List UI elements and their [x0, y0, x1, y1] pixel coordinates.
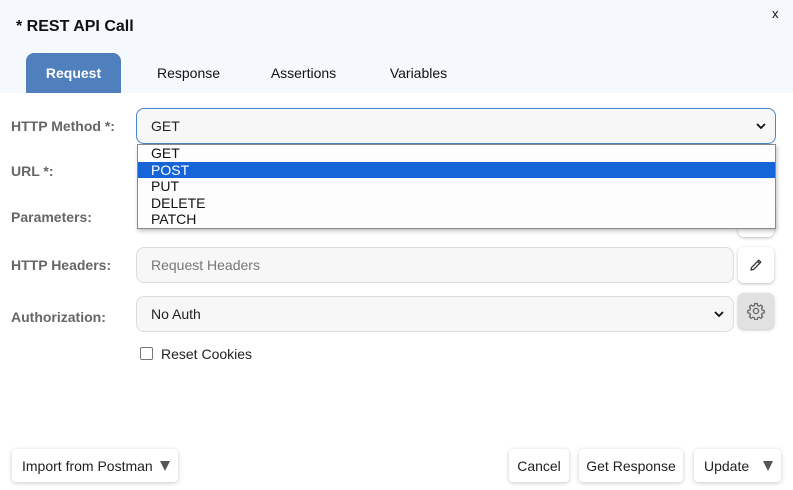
- url-label: URL *:: [11, 163, 54, 179]
- update-button[interactable]: Update: [694, 449, 781, 482]
- get-response-button[interactable]: Get Response: [579, 449, 683, 482]
- authorization-value: No Auth: [151, 306, 201, 322]
- authorization-label: Authorization:: [11, 309, 106, 325]
- authorization-select[interactable]: No Auth: [136, 296, 734, 332]
- tab-variables[interactable]: Variables: [371, 53, 466, 93]
- http-headers-edit-button[interactable]: [738, 247, 774, 283]
- option-get[interactable]: GET: [138, 145, 775, 162]
- dialog-header: * REST API Call x Request Response Asser…: [0, 0, 793, 93]
- option-patch[interactable]: PATCH: [138, 211, 775, 228]
- http-headers-placeholder: Request Headers: [151, 257, 260, 273]
- tab-response-label: Response: [156, 65, 221, 81]
- dialog-title: * REST API Call: [16, 18, 134, 35]
- get-response-label: Get Response: [586, 457, 676, 474]
- tab-request-label: Request: [45, 65, 102, 81]
- update-label: Update: [704, 457, 750, 474]
- import-from-postman-button[interactable]: Import from Postman: [12, 449, 178, 482]
- option-delete[interactable]: DELETE: [138, 195, 775, 212]
- tab-assertions-label: Assertions: [270, 65, 337, 81]
- gear-icon: [747, 302, 765, 320]
- tab-variables-label: Variables: [389, 65, 448, 81]
- cancel-button[interactable]: Cancel: [509, 449, 569, 482]
- reset-cookies-checkbox[interactable]: [140, 347, 153, 360]
- tab-request[interactable]: Request: [26, 53, 121, 93]
- close-button[interactable]: x: [772, 6, 779, 21]
- option-put[interactable]: PUT: [138, 178, 775, 195]
- caret-down-icon: [160, 460, 170, 471]
- parameters-label: Parameters:: [11, 209, 92, 225]
- http-headers-input[interactable]: Request Headers: [136, 247, 734, 283]
- import-label: Import from Postman: [22, 457, 153, 474]
- tab-response[interactable]: Response: [141, 53, 236, 93]
- http-method-dropdown-list: GET POST PUT DELETE PATCH: [137, 144, 776, 229]
- chevron-down-icon: [714, 311, 724, 318]
- chevron-down-icon: [756, 123, 766, 130]
- option-post[interactable]: POST: [138, 161, 775, 178]
- reset-cookies-label: Reset Cookies: [161, 346, 253, 362]
- tab-assertions[interactable]: Assertions: [256, 53, 351, 93]
- http-method-value: GET: [151, 118, 180, 134]
- http-method-select[interactable]: GET: [136, 108, 776, 144]
- pencil-icon: [750, 259, 762, 271]
- http-headers-label: HTTP Headers:: [11, 257, 112, 273]
- http-method-label: HTTP Method *:: [11, 118, 115, 134]
- authorization-settings-button[interactable]: [738, 293, 774, 329]
- cancel-label: Cancel: [517, 457, 561, 474]
- caret-down-icon: [763, 460, 773, 471]
